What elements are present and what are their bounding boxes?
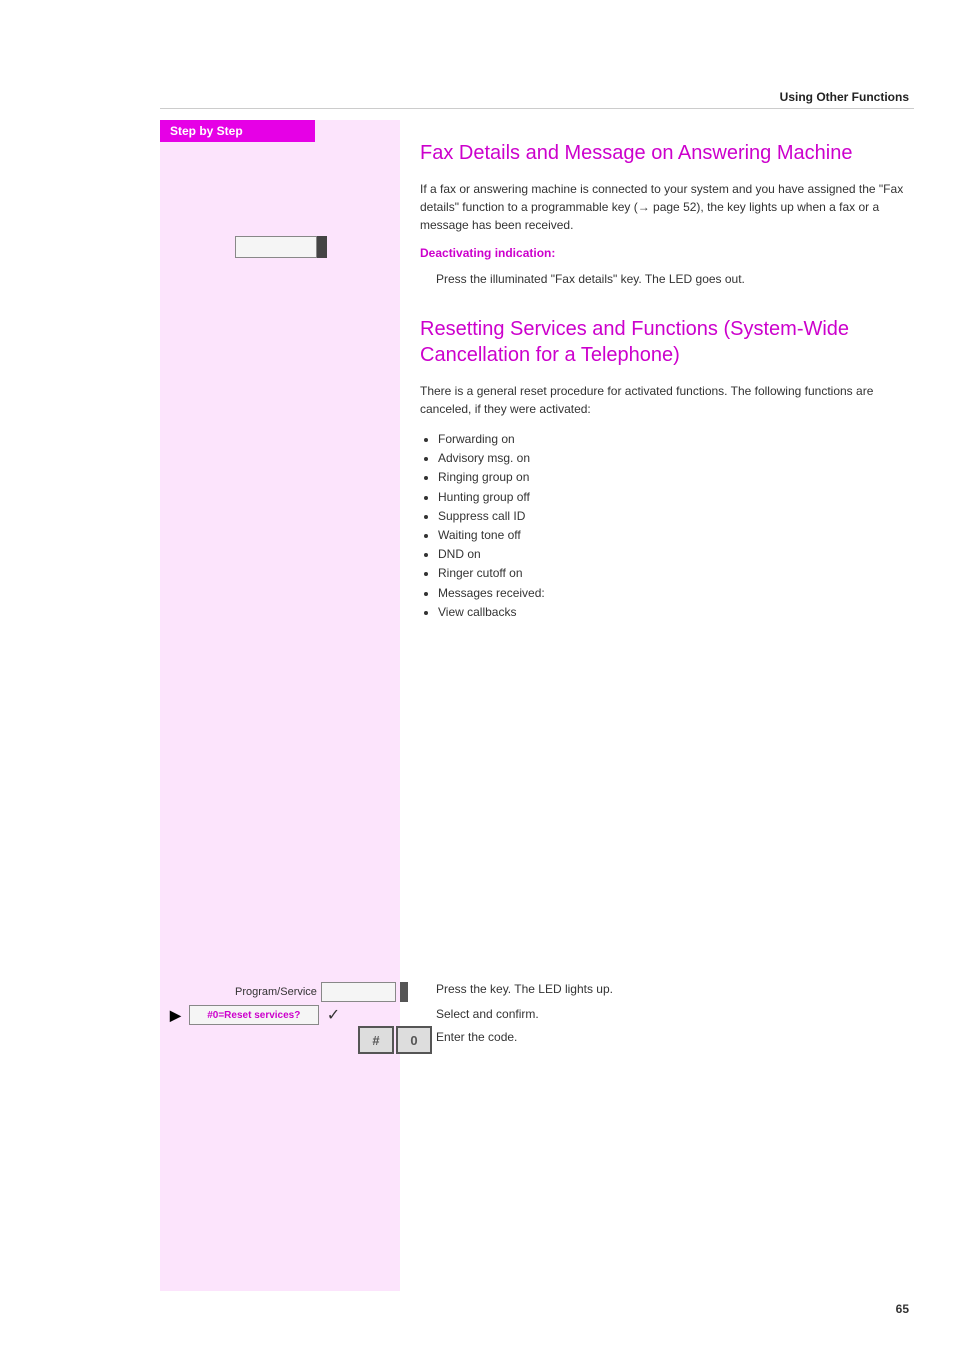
hash-key: #	[358, 1026, 394, 1054]
list-item: Waiting tone off	[438, 526, 909, 545]
reset-label-box: #0=Reset services?	[189, 1005, 319, 1025]
list-item: Messages received:	[438, 584, 909, 603]
zero-key: 0	[396, 1026, 432, 1054]
list-item: Suppress call ID	[438, 507, 909, 526]
left-column-background	[160, 120, 400, 1291]
list-item: View callbacks	[438, 603, 909, 622]
list-item: Ringing group on	[438, 468, 909, 487]
section1-title: Fax Details and Message on Answering Mac…	[420, 140, 909, 166]
reset-services-visual: ▶ #0=Reset services? ✓	[170, 1005, 340, 1025]
step1-description: Press the key. The LED lights up.	[436, 982, 613, 996]
checkmark-icon: ✓	[327, 1005, 340, 1025]
prog-key-box	[321, 982, 396, 1002]
fax-key-box	[235, 236, 317, 258]
arrow-icon: ▶	[170, 1007, 181, 1024]
prog-key-led	[400, 982, 408, 1002]
page-number: 65	[896, 1302, 909, 1316]
step3-description: Enter the code.	[436, 1030, 517, 1044]
section2-title: Resetting Services and Functions (System…	[420, 316, 909, 368]
list-item: DND on	[438, 545, 909, 564]
header-rule	[160, 108, 914, 109]
program-service-label: Program/Service	[235, 986, 317, 998]
code-key-visual: # 0	[358, 1026, 432, 1054]
section1-body: If a fax or answering machine is connect…	[420, 180, 909, 234]
step-by-step-box: Step by Step	[160, 120, 315, 142]
step2-description: Select and confirm.	[436, 1007, 539, 1021]
list-item: Hunting group off	[438, 488, 909, 507]
page-header-title: Using Other Functions	[780, 90, 909, 104]
list-item: Advisory msg. on	[438, 449, 909, 468]
list-item: Ringer cutoff on	[438, 564, 909, 583]
fax-key-description: Press the illuminated "Fax details" key.…	[436, 270, 745, 288]
main-content: Fax Details and Message on Answering Mac…	[420, 120, 909, 640]
section1-subsection-label: Deactivating indication:	[420, 246, 909, 260]
section2-body1: There is a general reset procedure for a…	[420, 382, 909, 418]
bullet-list: Forwarding on Advisory msg. on Ringing g…	[438, 430, 909, 622]
fax-key-led	[317, 236, 327, 258]
list-item: Forwarding on	[438, 430, 909, 449]
program-service-visual: Program/Service	[235, 982, 408, 1002]
fax-key-visual	[235, 236, 327, 258]
fax-key-row: Press the illuminated "Fax details" key.…	[420, 270, 909, 288]
